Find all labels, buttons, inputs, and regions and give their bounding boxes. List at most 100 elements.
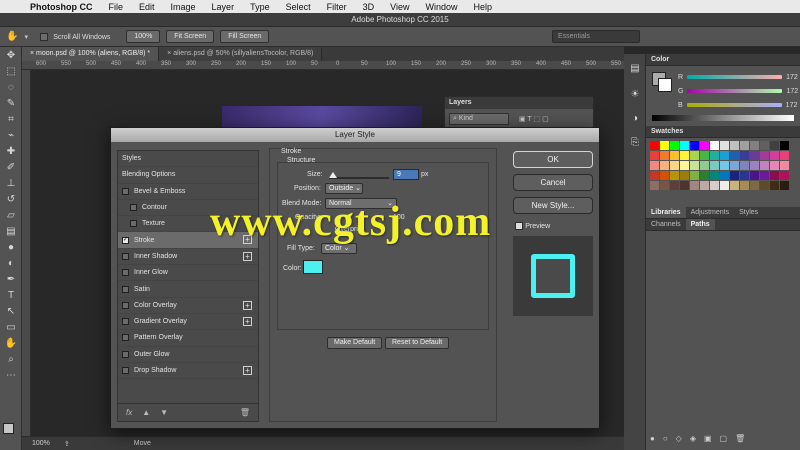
pen-tool-icon[interactable]: ✒ <box>0 271 22 287</box>
blue-slider[interactable] <box>686 103 782 107</box>
style-checkbox[interactable] <box>122 334 129 342</box>
color-swatch[interactable] <box>760 161 769 170</box>
color-swatch[interactable] <box>670 181 679 190</box>
style-item-blending-options[interactable]: Blending Options <box>118 167 258 184</box>
style-item-color-overlay[interactable]: Color Overlay + <box>118 298 258 314</box>
spectrum-bar[interactable] <box>652 115 794 121</box>
properties-panel-icon[interactable]: ☀ <box>624 86 646 102</box>
color-swatch[interactable] <box>710 161 719 170</box>
color-swatch[interactable] <box>770 181 779 190</box>
fx-icon[interactable]: fx <box>126 408 132 417</box>
color-swatch[interactable] <box>670 151 679 160</box>
color-swatch[interactable] <box>690 151 699 160</box>
menu-window[interactable]: Window <box>417 2 465 12</box>
gradient-tool-icon[interactable]: ▤ <box>0 223 22 239</box>
color-swatch[interactable] <box>650 151 659 160</box>
workspace-switcher[interactable]: Essentials <box>552 30 640 43</box>
tab-libraries[interactable]: Libraries <box>646 207 686 218</box>
color-swatch[interactable] <box>700 141 709 150</box>
brush-tool-icon[interactable]: ✐ <box>0 159 22 175</box>
style-checkbox[interactable] <box>130 204 137 212</box>
style-checkbox[interactable] <box>122 285 129 293</box>
make-default-button[interactable]: Make Default <box>327 337 383 349</box>
color-swatch[interactable] <box>770 171 779 180</box>
style-item-inner-shadow[interactable]: Inner Shadow + <box>118 249 258 266</box>
color-swatch[interactable] <box>650 161 659 170</box>
color-swatch[interactable] <box>780 141 789 150</box>
zoom-100-button[interactable]: 100% <box>126 30 161 43</box>
menu-3d[interactable]: 3D <box>355 2 383 12</box>
add-style-icon[interactable]: + <box>243 300 252 310</box>
color-swatch[interactable] <box>660 141 669 150</box>
color-swatch[interactable] <box>670 141 679 150</box>
blur-tool-icon[interactable]: ● <box>0 239 22 255</box>
add-style-icon[interactable]: + <box>243 365 252 375</box>
adjustments-panel-icon[interactable]: ◑ <box>624 110 646 126</box>
menu-layer[interactable]: Layer <box>204 2 243 12</box>
menu-help[interactable]: Help <box>465 2 500 12</box>
color-swatch[interactable] <box>680 141 689 150</box>
color-swatch[interactable] <box>670 161 679 170</box>
hand-tool-icon[interactable]: ✋ <box>6 31 18 42</box>
color-swatch[interactable] <box>650 141 659 150</box>
color-swatch[interactable] <box>750 141 759 150</box>
color-swatch[interactable] <box>720 141 729 150</box>
filter-pixel-icon[interactable]: ▣ T ⬚ ▢ <box>519 115 549 123</box>
cancel-button[interactable]: Cancel <box>513 174 593 191</box>
menu-file[interactable]: File <box>101 2 132 12</box>
style-checkbox[interactable] <box>122 187 129 195</box>
color-swatch[interactable] <box>780 171 789 180</box>
color-swatch[interactable] <box>680 171 689 180</box>
color-swatch[interactable] <box>710 181 719 190</box>
preview-checkbox[interactable]: Preview <box>515 221 550 230</box>
color-swatch[interactable] <box>670 171 679 180</box>
eraser-tool-icon[interactable]: ▱ <box>0 207 22 223</box>
color-swatch[interactable] <box>660 171 669 180</box>
style-checkbox[interactable] <box>122 301 129 309</box>
color-swatch[interactable] <box>720 181 729 190</box>
style-checkbox[interactable] <box>130 220 137 228</box>
color-swatch[interactable] <box>680 161 689 170</box>
history-panel-icon[interactable]: ▤ <box>624 60 646 76</box>
style-item-styles[interactable]: Styles <box>118 151 258 168</box>
color-swatch[interactable] <box>700 171 709 180</box>
move-down-icon[interactable]: ▼ <box>160 408 168 417</box>
color-swatch[interactable] <box>760 141 769 150</box>
menu-view[interactable]: View <box>382 2 417 12</box>
tab-close-icon[interactable]: × <box>30 50 34 57</box>
color-swatch[interactable] <box>720 151 729 160</box>
menu-app-name[interactable]: Photoshop CC <box>26 2 101 12</box>
status-share-icon[interactable]: ⇪ <box>64 440 70 448</box>
color-swatch[interactable] <box>730 151 739 160</box>
style-item-drop-shadow[interactable]: Drop Shadow + <box>118 363 258 380</box>
info-panel-icon[interactable]: ⎘ <box>624 134 646 150</box>
size-slider-handle[interactable] <box>329 172 337 178</box>
style-item-outer-glow[interactable]: Outer Glow <box>118 347 258 363</box>
color-swatch[interactable] <box>730 161 739 170</box>
bg-color-chip[interactable] <box>658 78 672 92</box>
color-panel-title[interactable]: Color <box>646 54 800 66</box>
hand-tool-side-icon[interactable]: ✋ <box>0 335 22 351</box>
color-swatch[interactable] <box>700 151 709 160</box>
color-swatch[interactable] <box>690 171 699 180</box>
style-item-inner-glow[interactable]: Inner Glow <box>118 265 258 282</box>
style-checkbox[interactable]: ✓ <box>122 236 129 244</box>
color-swatch[interactable] <box>720 161 729 170</box>
trash-icon[interactable]: 🗑 <box>240 408 250 417</box>
color-swatch[interactable] <box>770 151 779 160</box>
add-style-icon[interactable]: + <box>243 316 252 326</box>
color-swatch[interactable] <box>780 161 789 170</box>
color-swatch[interactable] <box>660 151 669 160</box>
tab-channels[interactable]: Channels <box>646 219 686 230</box>
dodge-tool-icon[interactable]: ◐ <box>0 255 22 271</box>
color-swatch[interactable] <box>750 161 759 170</box>
history-brush-tool-icon[interactable]: ↺ <box>0 191 22 207</box>
foreground-color-swatch[interactable] <box>3 423 14 434</box>
fill-screen-button[interactable]: Fill Screen <box>220 30 270 43</box>
style-item-pattern-overlay[interactable]: Pattern Overlay <box>118 330 258 347</box>
move-tool-icon[interactable]: ✥ <box>0 47 22 63</box>
style-checkbox[interactable] <box>122 269 129 277</box>
channel-value[interactable]: 172 <box>786 102 798 109</box>
style-checkbox[interactable] <box>122 318 129 326</box>
ok-button[interactable]: OK <box>513 151 593 168</box>
